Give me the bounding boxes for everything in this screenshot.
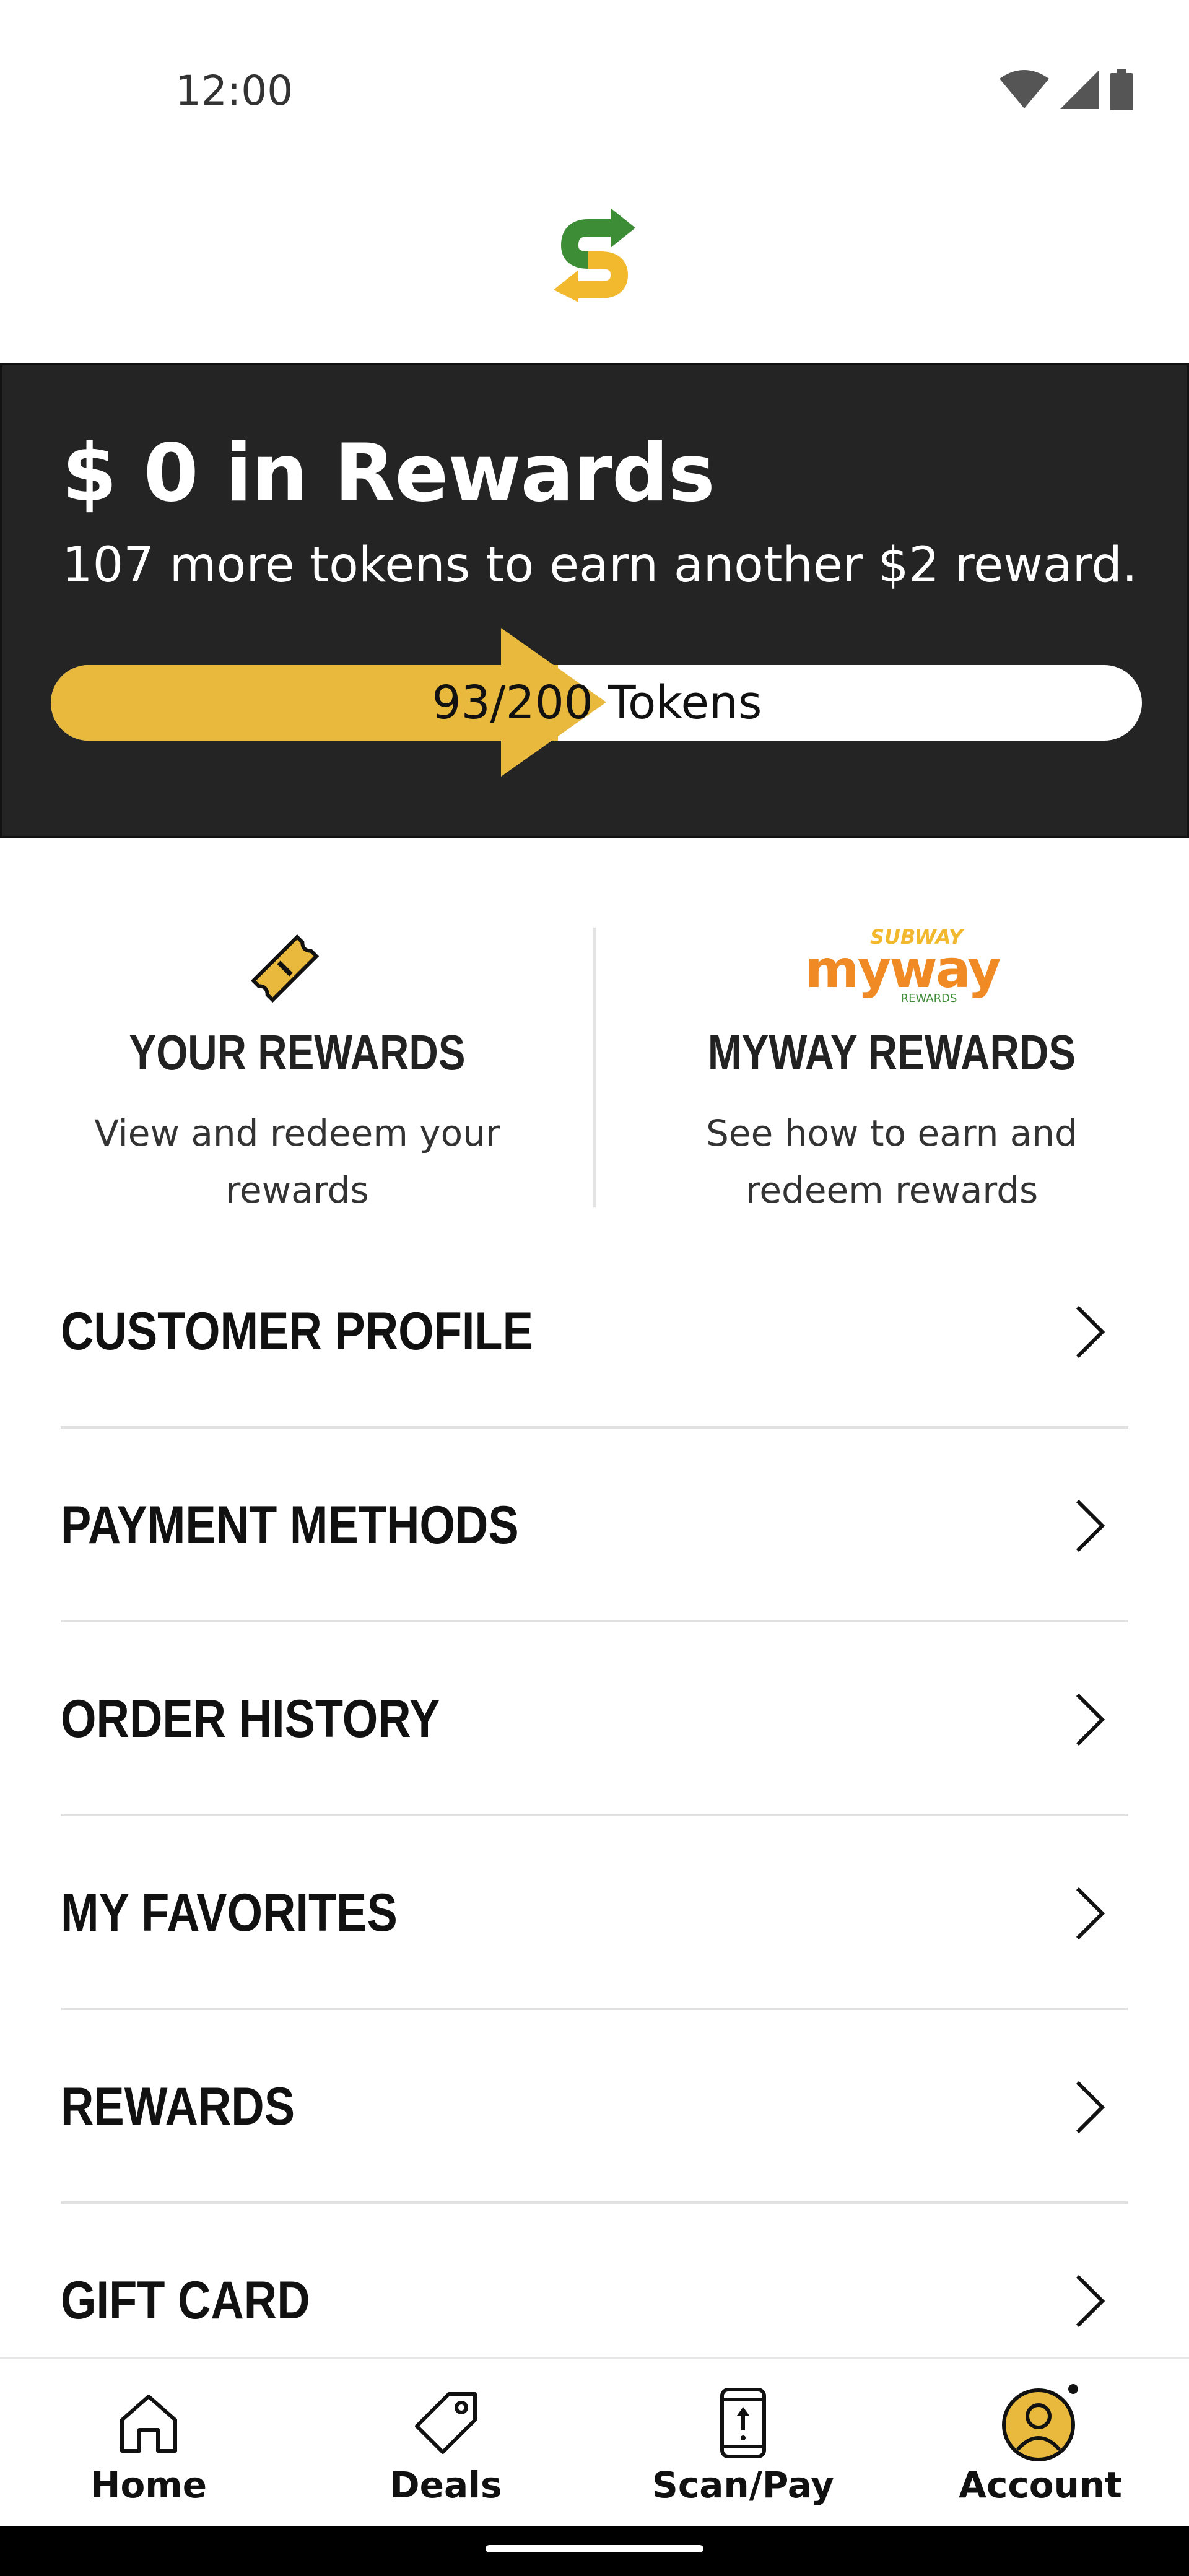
chevron-right-icon: [1076, 1693, 1105, 1746]
myway-rewards-description: See how to earn and redeem rewards: [706, 1112, 1078, 1211]
myway-logo-bottom: REWARDS: [900, 992, 957, 1005]
myway-logo-main: myway: [805, 939, 1001, 999]
myway-rewards-logo: SUBWAY myway REWARDS: [805, 925, 1001, 1006]
menu-item-label: CUSTOMER PROFILE: [61, 1302, 533, 1361]
nav-tab-account[interactable]: Account: [892, 2359, 1189, 2528]
rewards-balance-title: $ 0 in Rewards: [62, 427, 715, 520]
myway-rewards-title: MYWAY REWARDS: [707, 1025, 1076, 1080]
gesture-handle[interactable]: [486, 2545, 703, 2552]
menu-item-label: PAYMENT METHODS: [61, 1495, 519, 1555]
nav-label: Home: [90, 2464, 207, 2506]
menu-item-label: ORDER HISTORY: [61, 1689, 440, 1749]
nav-label: Account: [959, 2464, 1122, 2506]
menu-item-label: MY FAVORITES: [61, 1883, 398, 1943]
tokens-progress-label: 93/200 Tokens: [432, 676, 762, 729]
rewards-banner[interactable]: $ 0 in Rewards 107 more tokens to earn a…: [0, 363, 1189, 838]
bottom-navigation: Home Deals Scan/Pay Account: [0, 2357, 1189, 2526]
battery-icon: [1110, 69, 1133, 110]
menu-item-rewards[interactable]: REWARDS: [0, 2010, 1189, 2204]
your-rewards-description: View and redeem your rewards: [94, 1112, 500, 1211]
your-rewards-tile[interactable]: YOUR REWARDS View and redeem your reward…: [0, 838, 594, 1235]
menu-item-customer-profile[interactable]: CUSTOMER PROFILE: [0, 1235, 1189, 1429]
ticket-icon: [250, 934, 320, 1003]
menu-item-label: REWARDS: [61, 2077, 295, 2136]
subway-logo-icon: [554, 208, 635, 302]
nav-tab-deals[interactable]: Deals: [297, 2359, 594, 2528]
system-gesture-bar: [0, 2526, 1189, 2576]
app-header: [0, 142, 1189, 363]
tag-icon: [297, 2383, 594, 2463]
nav-tab-home[interactable]: Home: [0, 2359, 297, 2528]
phone-scan-icon: [594, 2383, 892, 2463]
your-rewards-title: YOUR REWARDS: [129, 1025, 466, 1080]
wifi-icon: [1000, 70, 1049, 108]
account-menu: CUSTOMER PROFILE PAYMENT METHODS ORDER H…: [0, 1235, 1189, 2398]
home-icon: [0, 2383, 297, 2463]
chevron-right-icon: [1076, 1305, 1105, 1359]
notification-dot: [1068, 2384, 1078, 2394]
nav-label: Scan/Pay: [652, 2464, 834, 2506]
menu-item-my-favorites[interactable]: MY FAVORITES: [0, 1816, 1189, 2010]
menu-item-order-history[interactable]: ORDER HISTORY: [0, 1622, 1189, 1816]
menu-item-payment-methods[interactable]: PAYMENT METHODS: [0, 1429, 1189, 1622]
status-bar: 12:00: [0, 0, 1189, 142]
chevron-right-icon: [1076, 2081, 1105, 2134]
chevron-right-icon: [1076, 2274, 1105, 2328]
rewards-progress-subtitle: 107 more tokens to earn another $2 rewar…: [62, 537, 1138, 593]
status-time: 12:00: [175, 67, 294, 115]
myway-rewards-tile[interactable]: SUBWAY myway REWARDS MYWAY REWARDS See h…: [594, 838, 1189, 1235]
nav-tab-scan-pay[interactable]: Scan/Pay: [594, 2359, 892, 2528]
chevron-right-icon: [1076, 1887, 1105, 1940]
rewards-tiles: YOUR REWARDS View and redeem your reward…: [0, 838, 1189, 1235]
account-icon: [892, 2383, 1189, 2463]
chevron-right-icon: [1076, 1499, 1105, 1552]
status-icons: [1000, 69, 1133, 110]
nav-label: Deals: [390, 2464, 502, 2506]
cellular-signal-icon: [1060, 71, 1099, 109]
